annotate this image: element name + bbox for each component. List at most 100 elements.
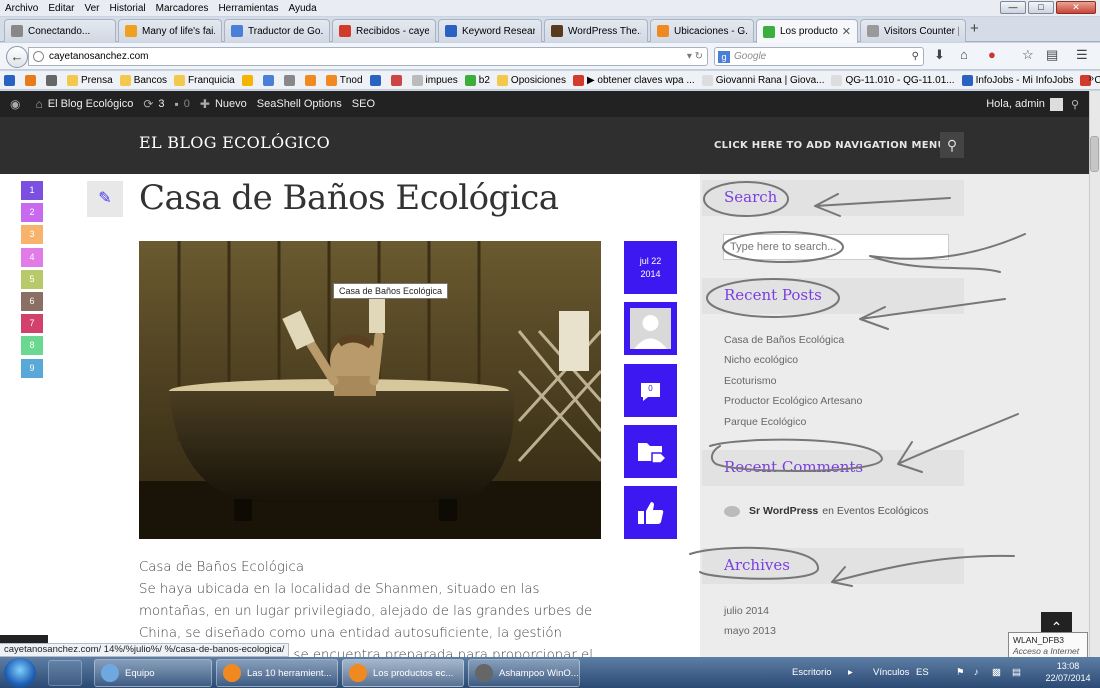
header-search-button[interactable]: ⚲ [940,132,964,158]
admin-updates-link[interactable]: ⟳ 3 [143,97,164,111]
menu-hamburger-icon[interactable]: ☰ [1076,47,1088,63]
bookmark-item[interactable]: ▶ obtener claves wpa ... [572,74,695,86]
archive-link[interactable]: mayo 2013 [724,625,776,637]
tab-0[interactable]: Conectando... [4,19,116,42]
page-number-tab[interactable]: 8 [21,336,43,356]
search-bar[interactable]: g Google ⚲ [714,47,924,66]
bookmark-item[interactable]: Prensa [67,74,113,86]
edit-post-button[interactable]: ✎ [87,181,123,217]
start-button[interactable] [4,658,36,688]
addon-icon[interactable]: ● [988,47,996,62]
tray-signal-icon[interactable]: ▤ [1012,667,1021,678]
tray-links[interactable]: Vínculos [873,667,909,678]
page-number-tab[interactable]: 2 [21,203,43,223]
reload-icon[interactable]: ▾ ↻ [687,51,703,62]
menu-archivo[interactable]: Archivo [0,3,43,14]
bookmark-item[interactable] [262,74,277,86]
bookmarks-overflow-icon[interactable]: » [1088,73,1094,84]
bookmark-item[interactable]: b2 [464,74,490,86]
tray-volume-icon[interactable]: ♪ [974,667,979,678]
bookmark-item[interactable]: Franquicia [174,74,235,86]
menu-ver[interactable]: Ver [79,3,104,14]
maximize-icon[interactable]: □ [1028,1,1054,14]
category-tag-box[interactable] [624,425,677,478]
tab-5[interactable]: WordPress The... [544,19,648,42]
tray-flag-icon[interactable]: ⚑ [956,667,965,678]
tab-2[interactable]: Traductor de Go... [224,19,330,42]
archive-link[interactable]: julio 2014 [724,605,769,617]
home-icon[interactable]: ⌂ [960,47,968,62]
new-tab-button[interactable]: + [970,20,979,37]
bookmark-item[interactable]: Tnod [325,74,363,86]
media-player-icon[interactable] [48,660,82,686]
taskbar-task-2[interactable]: Los productos ec... [342,659,464,687]
tray-network-icon[interactable]: ▩ [992,667,1001,678]
bookmark-item[interactable]: impues [411,74,458,86]
close-window-icon[interactable]: ✕ [1056,1,1096,14]
page-scrollbar[interactable] [1089,91,1100,657]
admin-new-link[interactable]: ✚ Nuevo [200,97,247,111]
tab-7[interactable]: Los producto...✕ [756,19,858,43]
tab-4[interactable]: Keyword Researc... [438,19,542,42]
search-icon[interactable]: ⚲ [912,51,919,62]
bookmark-item[interactable] [25,74,39,86]
download-icon[interactable]: ⬇ [934,47,945,63]
taskbar-task-0[interactable]: Equipo [94,659,212,687]
bookmark-item[interactable] [304,74,319,86]
author-avatar-box[interactable] [624,302,677,355]
avatar[interactable] [1049,97,1063,111]
page-number-tab[interactable]: 9 [21,358,43,378]
menu-ayuda[interactable]: Ayuda [283,3,321,14]
comment-count-box[interactable]: 0 [624,364,677,417]
admin-greeting[interactable]: Hola, admin [986,98,1045,110]
bookmark-item[interactable]: Bancos [119,74,167,86]
tray-desktop[interactable]: Escritorio [792,667,832,678]
bookmark-item[interactable] [4,74,18,86]
like-box[interactable] [624,486,677,539]
close-tab-icon[interactable]: ✕ [838,25,851,38]
page-number-tab[interactable]: 4 [21,247,43,267]
page-number-tab[interactable]: 6 [21,292,43,311]
page-number-tab[interactable]: 1 [21,181,43,200]
bookmark-item[interactable]: InfoJobs - Mi InfoJobs [961,74,1073,86]
navigation-menu-hint[interactable]: CLICK HERE TO ADD NAVIGATION MENU [714,140,946,151]
menu-herramientas[interactable]: Herramientas [213,3,283,14]
taskbar-task-3[interactable]: Ashampoo WinO... [468,659,580,687]
minimize-icon[interactable]: — [1000,1,1026,14]
bookmark-item[interactable] [369,74,384,86]
taskbar-task-1[interactable]: Las 10 herramient... [216,659,338,687]
admin-seo-link[interactable]: SEO [352,98,375,110]
site-title[interactable]: EL BLOG ECOLÓGICO [139,133,330,152]
system-clock[interactable]: 13:08 22/07/2014 [1040,660,1096,684]
tab-6[interactable]: Ubicaciones - G... [650,19,754,42]
bookmark-item[interactable] [283,74,298,86]
tab-3[interactable]: Recibidos - caye... [332,19,436,42]
bookmark-item[interactable]: QG-11.010 - QG-11.01... [831,74,955,86]
admin-comments-link[interactable]: ▪ 0 [175,97,190,111]
menu-historial[interactable]: Historial [105,3,151,14]
scrollbar-thumb[interactable] [1090,136,1099,172]
menu-editar[interactable]: Editar [43,3,79,14]
menu-marcadores[interactable]: Marcadores [151,3,214,14]
bookmark-item[interactable] [390,74,405,86]
admin-seashell-link[interactable]: SeaShell Options [257,98,342,110]
back-button[interactable]: ← [6,46,28,68]
tray-chevron-icon[interactable]: ▸ [848,667,853,678]
bookmark-item[interactable]: Oposiciones [496,74,566,86]
search-icon[interactable]: ⚲ [1071,98,1079,111]
bookmark-item[interactable]: Giovanni Rana | Giova... [701,74,824,86]
wordpress-logo-icon[interactable]: ◉ [10,97,25,111]
tab-1[interactable]: Many of life's fai... [118,19,222,42]
page-number-tab[interactable]: 5 [21,269,43,289]
url-bar[interactable]: cayetanosanchez.com ▾ ↻ [28,47,708,66]
tray-language[interactable]: ES [916,667,929,678]
bookmark-star-icon[interactable]: ☆ [1022,47,1034,63]
tab-8[interactable]: Visitors Counter | Visi... [860,19,966,42]
bookmark-item[interactable] [46,74,60,86]
page-number-tab[interactable]: 3 [21,225,43,245]
admin-site-link[interactable]: ⌂ El Blog Ecológico [35,97,133,111]
post-title[interactable]: Casa de Baños Ecológica [139,178,559,218]
bookmarks-list-icon[interactable]: ▤ [1046,47,1058,63]
page-number-tab[interactable]: 7 [21,314,43,334]
bookmark-item[interactable] [241,74,256,86]
